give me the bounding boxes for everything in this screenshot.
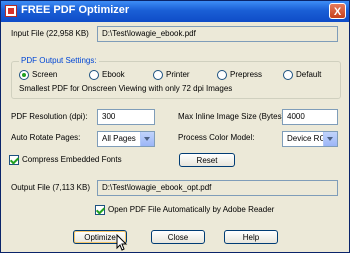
radio-screen[interactable] <box>19 70 29 80</box>
input-file-field[interactable]: D:\Test\lowagie_ebook.pdf <box>97 26 338 42</box>
close-button[interactable]: Close <box>151 230 205 244</box>
pdf-app-icon <box>5 5 17 17</box>
open-pdf-checkbox[interactable] <box>95 205 105 215</box>
radio-printer[interactable] <box>153 70 163 80</box>
pdf-output-settings-group: PDF Output Settings: Screen Ebook Printe… <box>11 56 341 99</box>
radio-printer-label[interactable]: Printer <box>166 70 190 79</box>
color-model-label: Process Color Model: <box>178 133 255 142</box>
radio-ebook[interactable] <box>89 70 99 80</box>
chevron-down-icon[interactable] <box>323 132 337 146</box>
radio-default-label[interactable]: Default <box>296 70 321 79</box>
compress-fonts-checkbox[interactable] <box>9 155 19 165</box>
compress-fonts-label[interactable]: Compress Embedded Fonts <box>22 155 122 164</box>
input-file-label: Input File (22,958 KB) <box>11 29 89 38</box>
window-close-button[interactable]: X <box>329 3 346 19</box>
output-file-label: Output File (7,113 KB) <box>11 183 90 192</box>
radio-ebook-label[interactable]: Ebook <box>102 70 125 79</box>
radio-default[interactable] <box>283 70 293 80</box>
pdf-resolution-input[interactable]: 300 <box>97 109 155 125</box>
auto-rotate-select[interactable]: All Pages <box>97 131 155 147</box>
chevron-down-icon[interactable] <box>140 132 154 146</box>
radio-screen-label[interactable]: Screen <box>32 70 57 79</box>
auto-rotate-label: Auto Rotate Pages: <box>11 133 81 142</box>
output-file-field[interactable]: D:\Test\lowagie_ebook_opt.pdf <box>97 180 338 196</box>
radio-prepress-label[interactable]: Prepress <box>230 70 262 79</box>
reset-button[interactable]: Reset <box>179 153 235 167</box>
color-model-select[interactable]: Device RGB <box>282 131 338 147</box>
window-title: FREE PDF Optimizer <box>21 4 130 16</box>
title-bar[interactable]: FREE PDF Optimizer X <box>1 1 349 22</box>
mouse-cursor-icon <box>116 234 128 251</box>
output-setting-description: Smallest PDF for Onscreen Viewing with o… <box>19 84 233 93</box>
optimizer-window: FREE PDF Optimizer X Input File (22,958 … <box>0 0 350 253</box>
pdf-output-settings-legend: PDF Output Settings: <box>19 56 99 65</box>
max-inline-image-label: Max Inline Image Size (Bytes): <box>178 112 287 121</box>
radio-prepress[interactable] <box>217 70 227 80</box>
open-pdf-label[interactable]: Open PDF File Automatically by Adobe Rea… <box>108 205 274 214</box>
auto-rotate-value: All Pages <box>102 134 136 143</box>
help-button[interactable]: Help <box>224 230 278 244</box>
max-inline-image-input[interactable]: 4000 <box>282 109 338 125</box>
pdf-resolution-label: PDF Resolution (dpi): <box>11 112 88 121</box>
